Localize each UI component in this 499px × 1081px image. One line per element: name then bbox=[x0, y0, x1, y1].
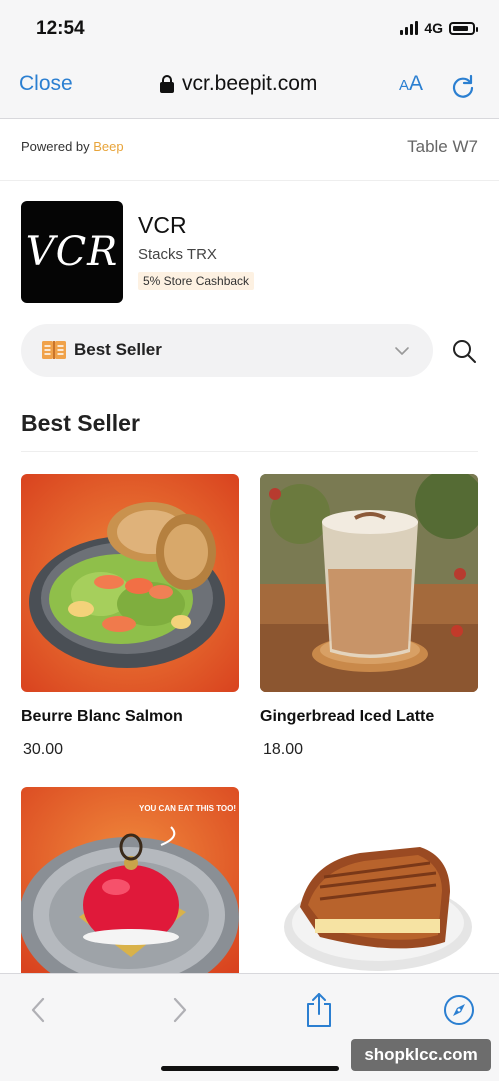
category-selected-label: Best Seller bbox=[74, 340, 162, 359]
product-price: 30.00 bbox=[23, 741, 64, 758]
browser-bar: Close vcr.beepit.com AA bbox=[0, 58, 499, 119]
back-arrow-icon[interactable] bbox=[28, 996, 48, 1024]
text-size-button[interactable]: AA bbox=[399, 72, 423, 96]
status-indicators: 4G bbox=[400, 20, 478, 36]
store-name: VCR bbox=[138, 212, 187, 238]
signal-icon bbox=[400, 21, 419, 35]
cashback-badge: 5% Store Cashback bbox=[138, 272, 255, 290]
status-time: 12:54 bbox=[36, 18, 85, 39]
share-icon[interactable] bbox=[304, 992, 334, 1028]
search-icon[interactable] bbox=[451, 338, 477, 364]
url-text: vcr.beepit.com bbox=[182, 72, 318, 95]
text-size-small-glyph: A bbox=[399, 77, 410, 94]
battery-icon bbox=[449, 21, 478, 35]
network-type: 4G bbox=[424, 20, 443, 36]
lock-icon bbox=[160, 75, 174, 93]
store-location: Stacks TRX bbox=[138, 246, 217, 263]
store-logo-text: VCR bbox=[25, 229, 119, 275]
chevron-down-icon bbox=[395, 347, 409, 355]
product-image-grilled-sandwich[interactable] bbox=[260, 787, 478, 973]
product-name[interactable]: Gingerbread Iced Latte bbox=[260, 708, 434, 726]
product-name[interactable]: Beurre Blanc Salmon bbox=[21, 708, 183, 726]
section-title: Best Seller bbox=[21, 410, 140, 436]
reload-icon[interactable] bbox=[450, 74, 476, 100]
product-image-beurre-blanc-salmon[interactable] bbox=[21, 474, 239, 692]
compass-icon[interactable] bbox=[443, 994, 475, 1026]
status-bar: 12:54 4G bbox=[0, 0, 499, 58]
divider bbox=[0, 180, 499, 181]
watermark: shopklcc.com bbox=[351, 1039, 491, 1071]
product-price: 18.00 bbox=[263, 741, 304, 758]
store-logo: VCR bbox=[21, 201, 123, 303]
category-dropdown[interactable]: Best Seller bbox=[21, 324, 433, 377]
book-icon bbox=[42, 341, 66, 359]
close-button[interactable]: Close bbox=[19, 72, 73, 96]
address-bar[interactable]: vcr.beepit.com bbox=[160, 72, 317, 96]
product-image-gingerbread-iced-latte[interactable] bbox=[260, 474, 478, 692]
forward-arrow-icon[interactable] bbox=[170, 996, 190, 1024]
home-indicator bbox=[161, 1066, 339, 1071]
divider bbox=[21, 451, 478, 452]
cake-badge-text: YOU CAN EAT THIS TOO! bbox=[139, 804, 236, 813]
powered-by-prefix: Powered by bbox=[21, 139, 94, 154]
table-label: Table W7 bbox=[407, 137, 478, 156]
product-image-dome-cake[interactable]: YOU CAN EAT THIS TOO! bbox=[21, 787, 239, 973]
text-size-big-glyph: A bbox=[409, 72, 424, 95]
powered-by: Powered by Beep bbox=[21, 139, 124, 154]
powered-by-brand[interactable]: Beep bbox=[93, 139, 123, 154]
